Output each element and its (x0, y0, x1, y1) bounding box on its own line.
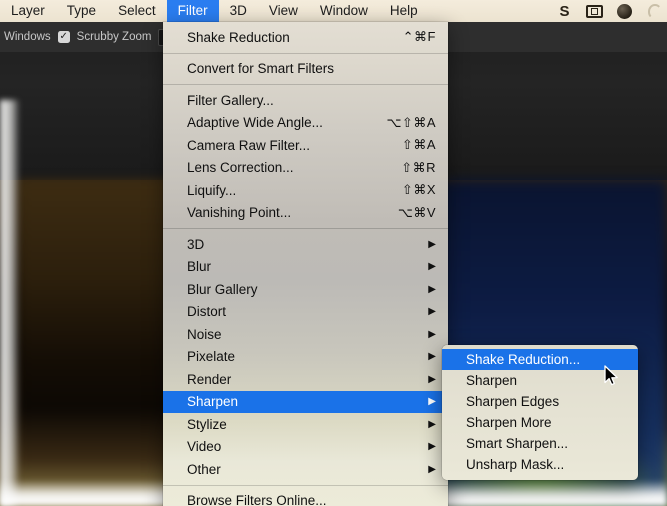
chevron-right-icon: ▶ (428, 351, 436, 362)
menu-item-shortcut: ⌥⇧⌘A (386, 115, 436, 131)
menu-item-label: Render (187, 372, 416, 387)
chevron-right-icon: ▶ (428, 329, 436, 340)
filter-dropdown-menu[interactable]: Shake Reduction ⌃⌘F Convert for Smart Fi… (163, 22, 448, 506)
menu-item-label: Stylize (187, 417, 416, 432)
chevron-right-icon: ▶ (428, 441, 436, 452)
chevron-right-icon: ▶ (428, 239, 436, 250)
windows-label: Windows (4, 31, 51, 43)
menu-item-label: Other (187, 462, 416, 477)
menubar-item-select[interactable]: Select (107, 0, 167, 22)
menu-item-label: Sharpen (187, 394, 416, 409)
submenu-item-unsharp-mask[interactable]: Unsharp Mask... (442, 454, 638, 475)
chevron-right-icon: ▶ (428, 396, 436, 407)
chevron-right-icon: ▶ (428, 284, 436, 295)
document-edge-left (0, 100, 20, 506)
chevron-right-icon: ▶ (428, 261, 436, 272)
submenu-item-sharpen-more[interactable]: Sharpen More (442, 412, 638, 433)
sharpen-submenu[interactable]: Shake Reduction... Sharpen Sharpen Edges… (442, 345, 638, 480)
submenu-item-label: Sharpen Edges (466, 394, 559, 409)
menu-item-liquify[interactable]: Liquify... ⇧⌘X (163, 179, 448, 202)
menu-separator (163, 53, 448, 54)
submenu-item-label: Sharpen More (466, 415, 552, 430)
menu-item-3d[interactable]: 3D ▶ (163, 233, 448, 256)
menu-item-label: Browse Filters Online... (187, 493, 436, 506)
menu-item-label: 3D (187, 237, 416, 252)
menu-separator (163, 84, 448, 85)
menubar-item-layer[interactable]: Layer (0, 0, 56, 22)
menu-item-render[interactable]: Render ▶ (163, 368, 448, 391)
submenu-item-smart-sharpen[interactable]: Smart Sharpen... (442, 433, 638, 454)
menu-item-label: Filter Gallery... (187, 93, 418, 108)
mac-menu-bar: Layer Type Select Filter 3D View Window … (0, 0, 667, 22)
submenu-item-label: Smart Sharpen... (466, 436, 568, 451)
menu-item-lens-correction[interactable]: Lens Correction... ⇧⌘R (163, 157, 448, 180)
menu-item-shortcut: ⇧⌘A (402, 137, 436, 153)
menu-item-shortcut: ⇧⌘X (402, 182, 436, 198)
menu-item-label: Camera Raw Filter... (187, 138, 384, 153)
chevron-right-icon: ▶ (428, 306, 436, 317)
s-icon[interactable]: S (556, 3, 573, 20)
scrubby-zoom-checkbox[interactable]: ✓ (58, 31, 70, 43)
menu-item-label: Pixelate (187, 349, 416, 364)
menu-item-shortcut: ⌥⌘V (398, 205, 436, 221)
chevron-right-icon: ▶ (428, 464, 436, 475)
menu-item-browse-filters-online[interactable]: Browse Filters Online... (163, 490, 448, 506)
submenu-item-sharpen[interactable]: Sharpen (442, 370, 638, 391)
menu-item-label: Distort (187, 304, 416, 319)
menubar-item-window[interactable]: Window (309, 0, 379, 22)
menubar-item-filter[interactable]: Filter (167, 0, 219, 22)
menu-item-other[interactable]: Other ▶ (163, 458, 448, 481)
menu-item-label: Liquify... (187, 183, 384, 198)
menu-item-shake-reduction[interactable]: Shake Reduction ⌃⌘F (163, 26, 448, 49)
submenu-item-label: Shake Reduction... (466, 352, 580, 367)
partial-icon[interactable] (646, 3, 663, 20)
menu-item-stylize[interactable]: Stylize ▶ (163, 413, 448, 436)
menu-item-label: Blur Gallery (187, 282, 416, 297)
scrubby-zoom-label: Scrubby Zoom (77, 31, 152, 43)
menu-item-adaptive-wide-angle[interactable]: Adaptive Wide Angle... ⌥⇧⌘A (163, 112, 448, 135)
menu-item-noise[interactable]: Noise ▶ (163, 323, 448, 346)
menu-item-video[interactable]: Video ▶ (163, 436, 448, 459)
menubar-item-type[interactable]: Type (56, 0, 107, 22)
menu-item-blur-gallery[interactable]: Blur Gallery ▶ (163, 278, 448, 301)
menu-item-shortcut: ⌃⌘F (403, 29, 436, 45)
submenu-item-shake-reduction[interactable]: Shake Reduction... (442, 349, 638, 370)
menu-item-blur[interactable]: Blur ▶ (163, 256, 448, 279)
menu-item-sharpen[interactable]: Sharpen ▶ (163, 391, 448, 414)
menu-item-label: Blur (187, 259, 416, 274)
screen-icon[interactable] (586, 3, 603, 20)
menu-item-label: Video (187, 439, 416, 454)
menubar-item-help[interactable]: Help (379, 0, 429, 22)
menu-item-pixelate[interactable]: Pixelate ▶ (163, 346, 448, 369)
menu-item-label: Lens Correction... (187, 160, 383, 175)
submenu-item-label: Sharpen (466, 373, 517, 388)
menu-separator (163, 228, 448, 229)
submenu-item-label: Unsharp Mask... (466, 457, 564, 472)
chevron-right-icon: ▶ (428, 374, 436, 385)
menu-item-label: Shake Reduction (187, 30, 385, 45)
menubar-status-icons: S (556, 3, 667, 20)
menu-separator (163, 485, 448, 486)
chevron-right-icon: ▶ (428, 419, 436, 430)
menu-item-label: Convert for Smart Filters (187, 61, 436, 76)
menu-item-distort[interactable]: Distort ▶ (163, 301, 448, 324)
menu-item-label: Adaptive Wide Angle... (187, 115, 368, 130)
menubar-item-3d[interactable]: 3D (219, 0, 258, 22)
menu-item-camera-raw-filter[interactable]: Camera Raw Filter... ⇧⌘A (163, 134, 448, 157)
menu-item-shortcut: ⇧⌘R (401, 160, 436, 176)
menu-item-vanishing-point[interactable]: Vanishing Point... ⌥⌘V (163, 202, 448, 225)
menu-item-label: Noise (187, 327, 416, 342)
globe-icon[interactable] (616, 3, 633, 20)
menubar-item-view[interactable]: View (258, 0, 309, 22)
menu-item-label: Vanishing Point... (187, 205, 380, 220)
menu-item-filter-gallery[interactable]: Filter Gallery... (163, 89, 448, 112)
menu-item-convert-for-smart-filters[interactable]: Convert for Smart Filters (163, 58, 448, 81)
submenu-item-sharpen-edges[interactable]: Sharpen Edges (442, 391, 638, 412)
